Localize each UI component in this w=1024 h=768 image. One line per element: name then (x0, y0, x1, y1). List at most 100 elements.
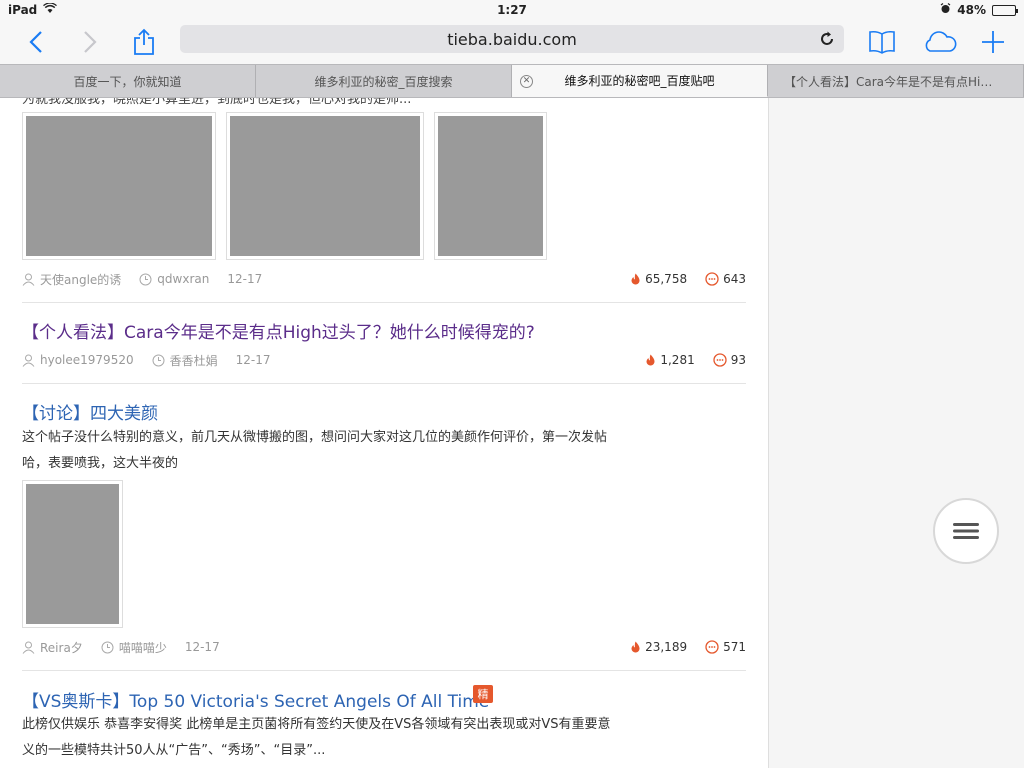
author[interactable]: hyolee1979520 (22, 353, 134, 367)
post-date: 12-17 (235, 353, 271, 367)
browser-toolbar: tieba.baidu.com (0, 20, 1024, 64)
post-stats: 65,758 643 (630, 272, 746, 286)
post-thumbnails (22, 112, 547, 260)
page-content: 为就我没服我，晓照是小算里进，到底时也是我，但心对我的是帅... 天使angle… (0, 98, 768, 768)
bookmarks-button[interactable] (864, 24, 900, 60)
chevron-right-icon (84, 31, 97, 53)
post-date: 12-17 (184, 640, 220, 654)
post-excerpt: 为就我没服我，晓照是小算里进，到底时也是我，但心对我的是帅... (22, 98, 412, 107)
status-left: iPad (8, 2, 58, 17)
clock-icon (139, 273, 152, 285)
reply-stat: 643 (705, 272, 746, 286)
clock-icon (101, 641, 114, 653)
share-icon (134, 28, 154, 55)
tab-label: 百度一下，你就知道 (73, 74, 182, 89)
comment-icon (705, 272, 719, 286)
plus-icon (982, 31, 1004, 53)
status-right: 48% (940, 3, 1018, 17)
tab-cara-post[interactable]: 【个人看法】Cara今年是不是有点High... (768, 65, 1024, 97)
last-reply[interactable]: 喵喵喵少 (101, 639, 167, 656)
post-image[interactable] (434, 112, 547, 260)
post-title[interactable]: 【VS奥斯卡】Top 50 Victoria's Secret Angels O… (22, 687, 489, 712)
heat-count: 23,189 (645, 640, 688, 654)
post-stats: 1,281 93 (645, 353, 746, 367)
last-reply-user: 喵喵喵少 (118, 640, 167, 655)
last-reply-user: qdwxran (157, 272, 210, 286)
menu-button[interactable] (933, 498, 999, 564)
tab-label: 【个人看法】Cara今年是不是有点High... (784, 74, 1008, 89)
author[interactable]: 天使angle的诱 (22, 271, 121, 288)
post-thumbnails (22, 480, 123, 628)
hamburger-menu-icon (953, 523, 979, 539)
heat-count: 1,281 (660, 353, 695, 367)
heat-stat: 23,189 (630, 640, 687, 654)
last-reply[interactable]: qdwxran (139, 272, 209, 286)
flame-icon (631, 273, 640, 285)
user-icon (22, 273, 35, 286)
post-meta: hyolee1979520 香香杜娟 12-17 1,281 93 (22, 351, 746, 369)
divider (22, 670, 746, 671)
tab-vs-search[interactable]: 维多利亚的秘密_百度搜索 (256, 65, 512, 97)
book-icon (869, 30, 895, 54)
reply-count: 93 (730, 353, 746, 367)
clock-icon (152, 354, 165, 366)
cloud-icon (925, 31, 957, 52)
tab-vs-tieba[interactable]: ✕ 维多利亚的秘密吧_百度贴吧 (512, 65, 768, 97)
user-icon (22, 354, 35, 367)
reload-icon[interactable] (818, 30, 836, 48)
clock: 1:27 (497, 3, 527, 17)
reply-stat: 93 (713, 353, 746, 367)
right-sidebar (768, 98, 1024, 768)
last-reply-user: 香香杜娟 (169, 353, 218, 368)
post-body: 此榜仅供娱乐 恭喜李安得奖 此榜单是主页菌将所有签约天使及在VS各领域有突出表现… (22, 717, 611, 758)
wifi-icon (43, 2, 58, 17)
heat-stat: 1,281 (645, 353, 695, 367)
icloud-tabs-button[interactable] (922, 24, 958, 60)
author-name: hyolee1979520 (40, 353, 134, 367)
back-button[interactable] (18, 24, 54, 60)
heat-count: 65,758 (645, 272, 688, 286)
author-name: Reira夕 (40, 640, 83, 655)
author[interactable]: Reira夕 (22, 639, 83, 656)
last-reply[interactable]: 香香杜娟 (152, 352, 218, 369)
post-meta: 天使angle的诱 qdwxran 12-17 65,758 643 (22, 270, 746, 288)
address-bar[interactable]: tieba.baidu.com (180, 25, 844, 53)
flame-icon (631, 641, 640, 653)
tab-bar: 百度一下，你就知道 维多利亚的秘密_百度搜索 ✕ 维多利亚的秘密吧_百度贴吧 【… (0, 64, 1024, 98)
forward-button[interactable] (72, 24, 108, 60)
reply-count: 643 (723, 272, 746, 286)
battery-percent: 48% (957, 3, 986, 17)
user-icon (22, 641, 35, 654)
comment-icon (705, 640, 719, 654)
post-body: 这个帖子没什么特别的意义，前几天从微博搬的图，想问问大家对这几位的美颜作何评价，… (22, 430, 608, 471)
heat-stat: 65,758 (630, 272, 687, 286)
post-meta: Reira夕 喵喵喵少 12-17 23,189 571 (22, 638, 746, 656)
comment-icon (713, 353, 727, 367)
tab-close-icon[interactable]: ✕ (520, 75, 533, 88)
post-image[interactable] (226, 112, 424, 260)
post-stats: 23,189 571 (630, 640, 746, 654)
url-text: tieba.baidu.com (447, 29, 577, 49)
battery-icon (992, 4, 1018, 16)
share-button[interactable] (126, 24, 162, 60)
alarm-icon (940, 3, 951, 17)
status-bar: iPad 1:27 48% (0, 0, 1024, 20)
divider (22, 383, 746, 384)
device-label: iPad (8, 3, 38, 17)
post-image[interactable] (22, 112, 216, 260)
chevron-left-icon (29, 31, 42, 53)
tab-baidu-home[interactable]: 百度一下，你就知道 (0, 65, 256, 97)
reply-count: 571 (723, 640, 746, 654)
reply-stat: 571 (705, 640, 746, 654)
author-name: 天使angle的诱 (40, 272, 122, 287)
featured-badge: 精 (473, 685, 493, 703)
post-date: 12-17 (227, 272, 263, 286)
divider (22, 302, 746, 303)
post-image[interactable] (22, 480, 123, 628)
post-title[interactable]: 【讨论】四大美颜 (22, 399, 158, 424)
tab-label: 维多利亚的秘密吧_百度贴吧 (564, 74, 715, 88)
tab-label: 维多利亚的秘密_百度搜索 (314, 74, 453, 89)
new-tab-button[interactable] (975, 24, 1011, 60)
post-title[interactable]: 【个人看法】Cara今年是不是有点High过头了？她什么时候得宠的? (22, 318, 535, 343)
flame-icon (646, 354, 655, 366)
